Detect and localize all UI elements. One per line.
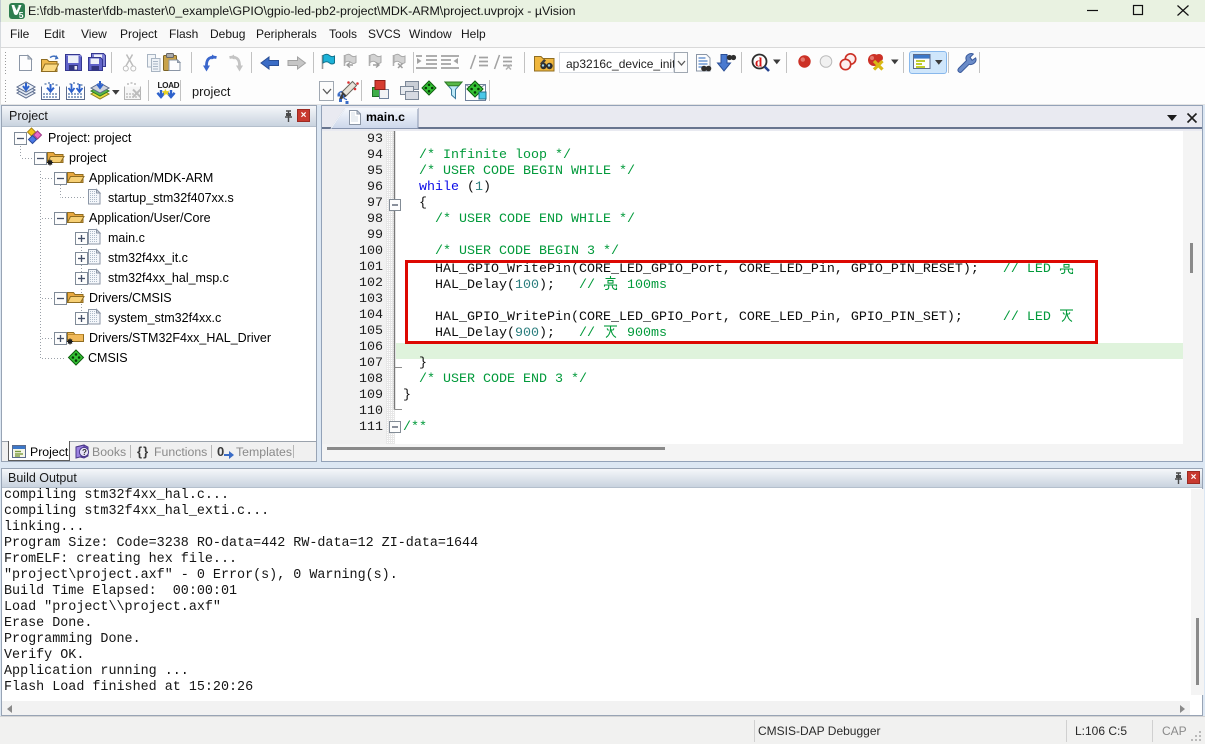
svg-text:LOAD: LOAD [158, 81, 180, 90]
svg-text:?: ? [82, 448, 87, 457]
svg-text:d: d [755, 55, 763, 70]
svg-text:5: 5 [19, 10, 24, 19]
